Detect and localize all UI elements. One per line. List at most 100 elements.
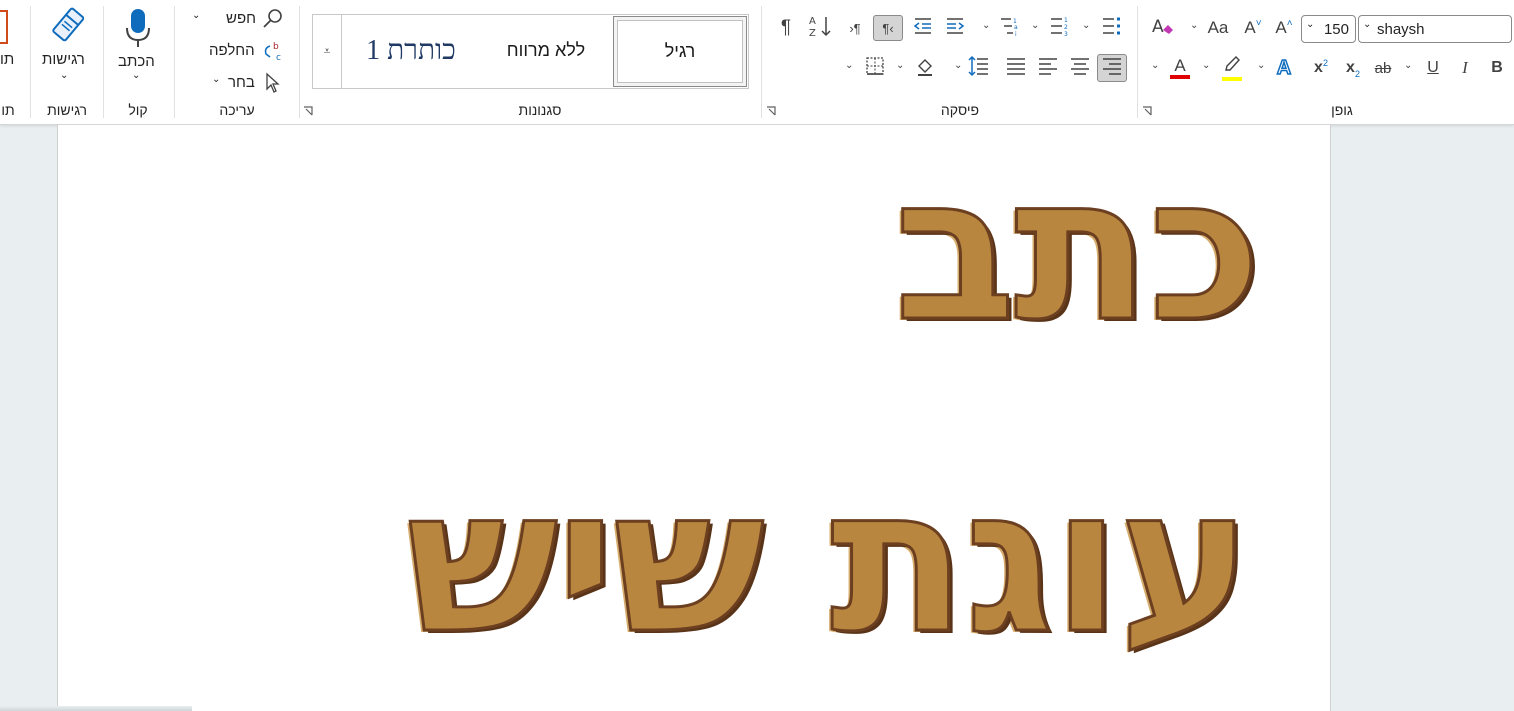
chevron-down-icon[interactable]: ⌄ [1404, 60, 1412, 71]
numbering-button[interactable]: 123 [1046, 15, 1072, 41]
cursor-icon [264, 72, 282, 99]
strikethrough-button[interactable]: ab [1370, 55, 1396, 81]
italic-button[interactable]: I [1452, 55, 1478, 81]
borders-button[interactable] [862, 55, 888, 81]
bold-label: B [1491, 59, 1503, 76]
svg-text:A: A [1152, 17, 1164, 37]
group-label-styles: סגנונות [518, 102, 562, 118]
svg-text:A: A [809, 16, 816, 27]
chevron-down-icon[interactable]: ⌄ [1257, 60, 1265, 71]
ltr-direction-button[interactable]: ›¶ [842, 15, 868, 41]
replace-button[interactable]: החלפה bc [205, 40, 290, 63]
shrink-font-button[interactable]: A ˅ [1240, 15, 1266, 41]
style-heading1[interactable]: כותרת 1 [351, 31, 471, 71]
svg-text:Z: Z [809, 28, 816, 38]
text-effects-button[interactable]: A [1270, 55, 1298, 81]
align-right-button[interactable] [1097, 54, 1127, 82]
change-case-label: Aa [1207, 18, 1229, 37]
style-normal[interactable]: רגיל [613, 16, 747, 87]
svg-text:c: c [276, 53, 281, 62]
increase-indent-button[interactable] [942, 15, 968, 41]
sensitivity-icon [50, 6, 85, 51]
show-formatting-button[interactable]: ¶ [774, 15, 798, 41]
highlight-button[interactable] [1218, 55, 1246, 81]
font-size-value: 150 [1323, 21, 1349, 38]
subscript-mark: 2 [1354, 69, 1360, 79]
replace-icon: bc [262, 40, 284, 67]
line-spacing-button[interactable] [966, 55, 992, 81]
subscript-button[interactable]: x 2 [1340, 55, 1366, 81]
select-button[interactable]: ⌄ בחר [210, 72, 290, 94]
chevron-down-icon: ⌄ [132, 70, 141, 81]
align-center-button[interactable] [1067, 55, 1093, 81]
document-text-line-2[interactable]: עוגת שיש [405, 455, 1254, 668]
rtl-direction-button[interactable]: ¶‹ [873, 15, 903, 41]
paint-bucket-icon [915, 56, 935, 81]
shrink-arrow-icon: ˅ [1255, 17, 1262, 29]
justify-button[interactable] [1003, 55, 1029, 81]
chevron-down-icon: ⌄ [192, 10, 201, 21]
chevron-down-icon[interactable]: ⌄ [982, 20, 990, 31]
svg-text:b: b [273, 42, 279, 52]
group-label-sensitivity: רגישות [47, 102, 87, 118]
chevron-down-icon[interactable]: ⌄ [1190, 20, 1198, 31]
find-button[interactable]: ⌄ חפש [190, 8, 290, 30]
align-left-icon [1038, 57, 1058, 80]
multilevel-list-button[interactable]: 1ai [996, 15, 1022, 41]
superscript-button[interactable]: x 2 [1308, 55, 1334, 81]
separator [103, 6, 104, 118]
sensitivity-button[interactable]: רגישות ⌄ [36, 6, 98, 88]
borders-icon [865, 56, 885, 81]
document-page[interactable]: כתב עוגת שיש [57, 125, 1331, 711]
font-color-button[interactable]: A [1166, 55, 1194, 81]
font-color-swatch [1170, 75, 1190, 79]
underline-button[interactable]: U [1420, 55, 1446, 81]
font-name-combo[interactable]: ⌄ shaysh [1358, 15, 1512, 43]
chevron-down-icon[interactable]: ⌄ [1202, 60, 1210, 71]
font-dialog-launcher-icon[interactable] [1142, 106, 1152, 116]
style-no-spacing[interactable]: ללא מרווח [481, 33, 611, 67]
chevron-down-icon[interactable]: ⌄ [1082, 20, 1090, 31]
highlighter-icon [1222, 55, 1242, 77]
align-left-button[interactable] [1035, 55, 1061, 81]
replace-label: החלפה [209, 42, 255, 59]
chevron-down-icon[interactable]: ⌄ [845, 60, 853, 71]
sort-button[interactable]: AZ [806, 15, 834, 41]
font-size-combo[interactable]: ⌄ 150 [1301, 15, 1356, 43]
chevron-down-icon[interactable]: ⌄ [1151, 60, 1159, 71]
chevron-down-icon[interactable]: ⌄ [896, 60, 904, 71]
chevron-down-icon: ⌄ [1306, 19, 1315, 30]
partial-left-label[interactable]: תו [0, 51, 14, 68]
grow-font-label: A [1275, 18, 1287, 37]
subscript-label: x [1346, 59, 1355, 76]
find-label: חפש [226, 10, 256, 27]
decrease-indent-button[interactable] [910, 15, 936, 41]
partial-left-icon[interactable] [0, 10, 8, 44]
line-spacing-icon [968, 55, 990, 82]
chevron-down-icon: ⌄ [60, 70, 69, 81]
document-text-line-1[interactable]: כתב [893, 143, 1264, 356]
separator [1137, 6, 1138, 118]
paragraph-dialog-launcher-icon[interactable] [766, 106, 776, 116]
superscript-mark: 2 [1322, 58, 1328, 68]
highlight-swatch [1222, 76, 1242, 81]
styles-gallery: ⩡ כותרת 1 ללא מרווח רגיל [312, 14, 749, 89]
change-case-button[interactable]: Aa [1204, 15, 1232, 41]
separator [761, 6, 762, 118]
style-normal-label: רגיל [617, 20, 743, 83]
grow-arrow-icon: ˄ [1286, 17, 1293, 29]
dictate-button[interactable]: הכתב ⌄ [110, 6, 166, 88]
chevron-down-icon[interactable]: ⌄ [1031, 20, 1039, 31]
clear-formatting-button[interactable]: A [1148, 15, 1176, 41]
styles-more-button[interactable]: ⩡ [313, 15, 342, 88]
svg-text:2: 2 [1064, 24, 1068, 31]
bullets-button[interactable] [1098, 15, 1124, 41]
group-label-partial: תו [1, 102, 15, 118]
grow-font-button[interactable]: A ˄ [1271, 15, 1297, 41]
bold-button[interactable]: B [1484, 55, 1510, 81]
search-icon [262, 8, 284, 35]
chevron-down-icon[interactable]: ⌄ [954, 60, 962, 71]
shading-button[interactable] [912, 55, 938, 81]
styles-dialog-launcher-icon[interactable] [303, 106, 313, 116]
svg-text:3: 3 [1064, 31, 1068, 36]
